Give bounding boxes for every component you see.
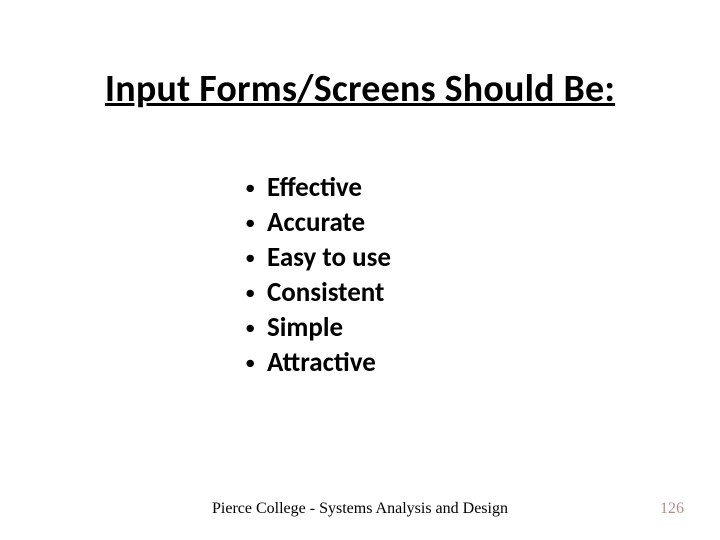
list-item: Attractive: [237, 345, 391, 380]
footer-text: Pierce College - Systems Analysis and De…: [0, 500, 720, 518]
list-item: Accurate: [237, 205, 391, 240]
list-item: Easy to use: [237, 240, 391, 275]
page-number: 126: [660, 500, 684, 518]
list-item: Simple: [237, 310, 391, 345]
slide: Input Forms/Screens Should Be: Effective…: [0, 0, 720, 540]
list-item: Consistent: [237, 275, 391, 310]
list-item: Effective: [237, 170, 391, 205]
bullet-list: Effective Accurate Easy to use Consisten…: [237, 170, 391, 381]
slide-title: Input Forms/Screens Should Be:: [32, 66, 688, 112]
